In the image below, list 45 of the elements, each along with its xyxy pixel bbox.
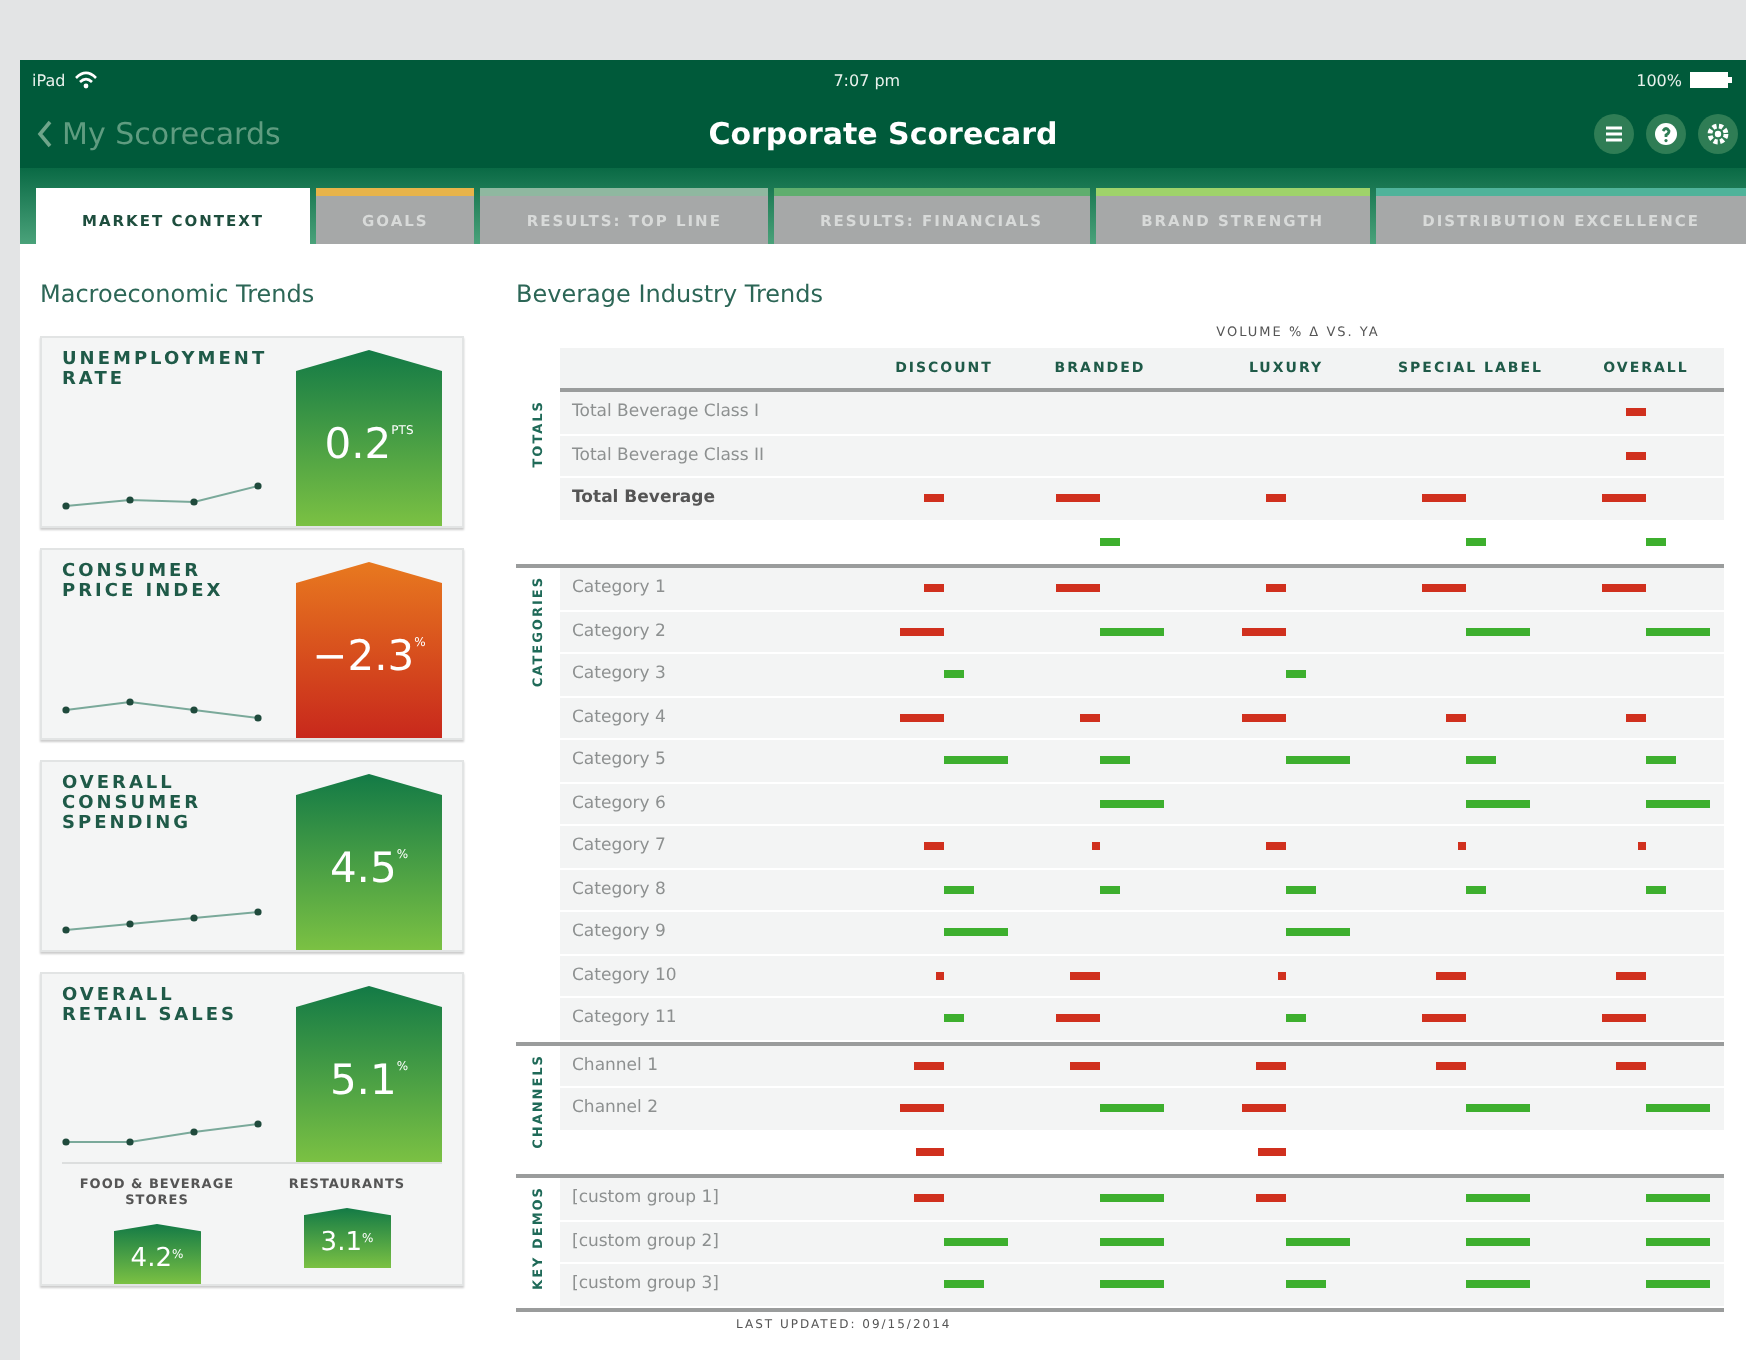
section-title: Macroeconomic Trends: [40, 280, 317, 308]
row-label: Channel 2: [572, 1098, 659, 1119]
row-label: Category 1: [572, 578, 666, 599]
device-name: iPad: [32, 71, 66, 89]
metric-title: UNEMPLOYMENT RATE: [62, 350, 262, 390]
metric-title: OVERALL CONSUMER SPENDING: [62, 774, 204, 834]
clock: 7:07 pm: [833, 71, 901, 89]
row-label: [custom group 2]: [572, 1231, 719, 1252]
value-tile: 0.2$^{PTS}$: [296, 350, 442, 526]
row-label: Category 8: [572, 879, 666, 900]
value-tile: 4.5$^{%}$: [296, 774, 442, 950]
row-label: Total Beverage Class II: [572, 445, 764, 466]
row-label: Category 2: [572, 621, 666, 642]
metric-title: CONSUMER PRICE INDEX: [62, 562, 226, 602]
settings-icon: [1698, 114, 1738, 154]
wifi-icon: [73, 70, 98, 90]
list-icon: [1594, 114, 1634, 154]
row-label: Category 7: [572, 836, 666, 857]
back-button[interactable]: My Scorecards: [36, 116, 281, 152]
screen-title: Corporate Scorecard: [708, 116, 1058, 152]
row-label: Category 5: [572, 750, 666, 771]
row-label: Channel 1: [572, 1055, 659, 1076]
row-label: Category 4: [572, 707, 666, 728]
value-tile: 4.2$^{%}$: [113, 1224, 201, 1284]
row-label: Category 9: [572, 922, 666, 943]
settings-button[interactable]: [1698, 114, 1738, 154]
row-label: [custom group 1]: [572, 1188, 719, 1209]
battery-icon: [1690, 72, 1734, 88]
help-button[interactable]: [1646, 114, 1686, 154]
battery-percent: 100%: [1636, 71, 1682, 89]
section-title: Beverage Industry Trends: [516, 280, 825, 308]
row-label: Category 11: [572, 1008, 677, 1029]
chevron-icon: [36, 120, 54, 148]
row-label: Category 3: [572, 664, 666, 685]
row-label: Total Beverage: [572, 488, 716, 509]
help-icon: [1646, 114, 1686, 154]
list-button[interactable]: [1594, 114, 1634, 154]
value-tile: 3.1$^{%}$: [303, 1208, 391, 1268]
metric-title: OVERALL RETAIL SALES: [62, 986, 240, 1026]
row-label: [custom group 3]: [572, 1274, 719, 1295]
row-label: Category 6: [572, 793, 666, 814]
row-label: Category 10: [572, 965, 677, 986]
row-label: Total Beverage Class I: [572, 402, 759, 423]
value-tile: −2.3$^{%}$: [296, 562, 442, 738]
value-tile: 5.1$^{%}$: [296, 986, 442, 1162]
